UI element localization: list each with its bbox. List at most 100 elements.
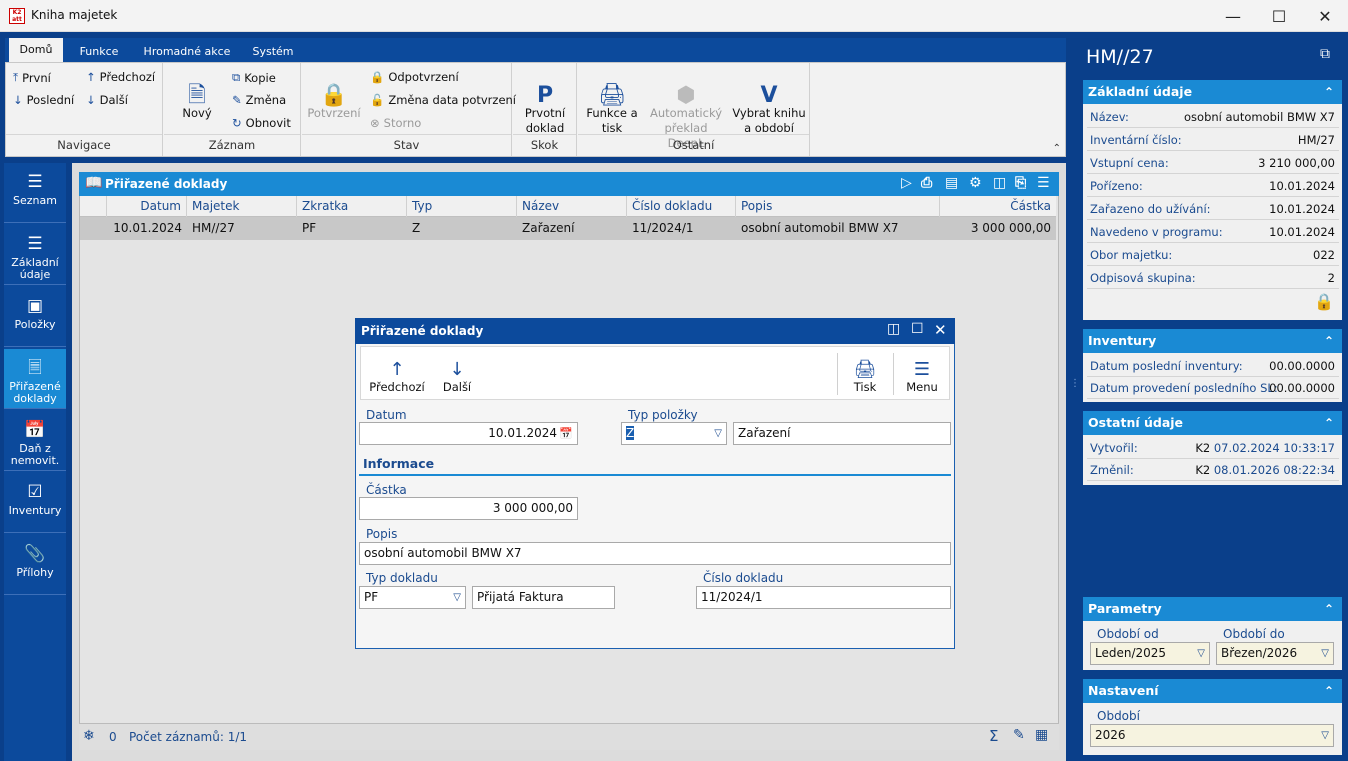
first-button[interactable]: ⤒ První xyxy=(13,70,51,85)
column-header-cislo-dokladu[interactable]: Číslo dokladu xyxy=(627,196,736,217)
section-title: Nastavení xyxy=(1088,683,1159,698)
dialog-print-button[interactable]: 🖨 Tisk xyxy=(843,351,887,395)
dialog-previous-button[interactable]: ↑ Předchozí xyxy=(367,351,427,395)
chevron-down-icon[interactable]: ▽ xyxy=(714,423,722,444)
last-button[interactable]: ↓ Poslední xyxy=(13,93,74,107)
cell-zkratka: PF xyxy=(302,221,317,235)
unconfirm-button[interactable]: 🔒 Odpotvrzení xyxy=(370,70,459,84)
chevron-down-icon[interactable]: ▽ xyxy=(1321,725,1329,746)
chart-icon[interactable]: ▤ xyxy=(945,175,958,191)
minimize-button[interactable]: — xyxy=(1210,0,1256,32)
nav-polozky[interactable]: ▣ Položky xyxy=(4,287,66,347)
table-row[interactable]: 10.01.2024 HM//27 PF Z Zařazení 11/2024/… xyxy=(80,217,1056,240)
primary-document-button[interactable]: P Prvotní doklad xyxy=(517,69,573,136)
nav-seznam[interactable]: ☰ Seznam xyxy=(4,163,66,223)
nav-prirazene-doklady[interactable]: 🗏 Přiřazené doklady xyxy=(4,349,66,409)
next-button[interactable]: ↓ Další xyxy=(86,93,128,107)
column-header-nazev[interactable]: Název xyxy=(517,196,627,217)
close-icon[interactable]: ✕ xyxy=(934,321,947,339)
columns-icon[interactable]: ◫ xyxy=(993,175,1006,191)
property-value: 00.00.0000 xyxy=(1269,381,1335,395)
typ-polozky-select[interactable]: Z ▽ xyxy=(621,422,727,445)
dock-icon[interactable]: ◫ xyxy=(887,321,900,337)
popout-icon[interactable]: ⧉ xyxy=(1320,46,1330,62)
table-settings-icon[interactable]: ▦ xyxy=(1035,727,1048,743)
nav-inventury[interactable]: ☑ Inventury xyxy=(4,473,66,533)
popis-field[interactable]: osobní automobil BMW X7 xyxy=(359,542,951,565)
close-window-button[interactable]: ✕ xyxy=(1302,0,1348,32)
previous-button[interactable]: ↑ Předchozí xyxy=(86,70,155,84)
select-book-button[interactable]: V Vybrat knihu a období xyxy=(730,69,808,136)
tab-domu[interactable]: Domů xyxy=(9,38,63,62)
export-icon[interactable]: ⎘ xyxy=(1015,175,1026,191)
chevron-up-icon[interactable]: ⌃ xyxy=(1324,329,1334,353)
period-from-select[interactable]: Leden/2025 ▽ xyxy=(1090,642,1210,665)
maximize-button[interactable]: ☐ xyxy=(1256,0,1302,32)
column-header-popis[interactable]: Popis xyxy=(736,196,940,217)
maximize-icon[interactable]: ☐ xyxy=(911,321,924,337)
period-value: 2026 xyxy=(1095,728,1126,742)
snowflake-icon[interactable]: ❄ xyxy=(83,728,95,744)
new-button[interactable]: 🗎 Nový xyxy=(172,69,222,121)
play-icon[interactable]: ▷ xyxy=(901,175,912,191)
cislo-dokladu-field[interactable]: 11/2024/1 xyxy=(696,586,951,609)
section-header[interactable]: Parametry ⌃ xyxy=(1083,597,1342,621)
dialog-menu-button[interactable]: ☰ Menu xyxy=(899,351,945,395)
edit-icon[interactable]: ✎ xyxy=(1013,727,1025,743)
gears-icon[interactable]: ⚙ xyxy=(969,175,982,191)
section-header[interactable]: Základní údaje ⌃ xyxy=(1083,80,1342,104)
splitter-handle[interactable]: ⋮ xyxy=(1070,379,1080,404)
storno-button[interactable]: ⊗ Storno xyxy=(370,116,421,130)
section-header[interactable]: Ostatní údaje ⌃ xyxy=(1083,411,1342,435)
sum-icon[interactable]: Σ xyxy=(989,727,998,745)
dialog-header: Přiřazené doklady ◫ ☐ ✕ xyxy=(355,318,955,344)
menu-icon[interactable]: ☰ xyxy=(1037,175,1050,191)
cislo-dokladu-label: Číslo dokladu xyxy=(703,571,784,585)
tab-system[interactable]: Systém xyxy=(245,42,301,62)
calendar-icon[interactable]: 📅 xyxy=(559,423,573,444)
chevron-up-icon[interactable]: ⌃ xyxy=(1324,80,1334,104)
column-header-castka[interactable]: Částka xyxy=(940,196,1056,217)
column-header-datum[interactable]: Datum xyxy=(107,196,187,217)
chevron-up-icon[interactable]: ⌃ xyxy=(1324,411,1334,435)
document-icon: 🗎 xyxy=(188,83,206,108)
section-header[interactable]: Inventury ⌃ xyxy=(1083,329,1342,353)
typ-dokladu-select[interactable]: PF ▽ xyxy=(359,586,466,609)
chevron-up-icon[interactable]: ⌃ xyxy=(1324,597,1334,621)
section-header[interactable]: Nastavení ⌃ xyxy=(1083,679,1342,703)
edit-button[interactable]: ✎ Změna xyxy=(232,93,286,107)
toolbar-divider xyxy=(837,353,838,395)
created-date[interactable]: 07.02.2024 10:33:17 xyxy=(1214,441,1335,455)
column-header-zkratka[interactable]: Zkratka xyxy=(297,196,407,217)
chevron-down-icon[interactable]: ▽ xyxy=(1321,643,1329,664)
functions-print-button[interactable]: 🖨 Funkce a tisk xyxy=(582,69,642,136)
nav-prilohy[interactable]: 📎 Přílohy xyxy=(4,535,66,595)
tab-funkce[interactable]: Funkce xyxy=(71,42,127,62)
period-select[interactable]: 2026 ▽ xyxy=(1090,724,1334,747)
chevron-up-icon[interactable]: ⌃ xyxy=(1324,679,1334,703)
dialog-next-button[interactable]: ↓ Další xyxy=(435,351,479,395)
nav-dan-z-nemovit[interactable]: 📅 Daň z nemovit. xyxy=(4,411,66,471)
period-to-select[interactable]: Březen/2026 ▽ xyxy=(1216,642,1334,665)
column-header-typ[interactable]: Typ xyxy=(407,196,517,217)
refresh-button[interactable]: ↻ Obnovit xyxy=(232,116,291,130)
nav-zakladni-udaje[interactable]: ☰ Základní údaje xyxy=(4,225,66,285)
datum-field[interactable]: 10.01.2024 📅 xyxy=(359,422,578,445)
property-row: Inventární číslo: HM/27 xyxy=(1087,129,1339,151)
arrow-down-icon: ↓ xyxy=(13,93,23,107)
printer-icon[interactable]: ⎙ xyxy=(921,175,932,191)
section-inventury: Inventury ⌃ Datum poslední inventury: 00.0… xyxy=(1083,329,1342,402)
chevron-down-icon[interactable]: ▽ xyxy=(1197,643,1205,664)
chevron-down-icon[interactable]: ▽ xyxy=(453,587,461,608)
section-title: Parametry xyxy=(1088,601,1162,616)
collapse-ribbon-icon[interactable]: ⌃ xyxy=(1053,143,1061,154)
modified-date[interactable]: 08.01.2026 08:22:34 xyxy=(1214,463,1335,477)
copy-button[interactable]: ⧉ Kopie xyxy=(232,70,276,85)
side-nav: ☰ Seznam ☰ Základní údaje ▣ Položky 🗏 Přiřaze… xyxy=(4,163,66,761)
column-header-majetek[interactable]: Majetek xyxy=(187,196,297,217)
tab-hromadne-akce[interactable]: Hromadné akce xyxy=(137,42,237,62)
confirm-button[interactable]: 🔒 Potvrzení xyxy=(306,69,362,121)
change-confirm-date-button[interactable]: 🔓 Změna data potvrzení xyxy=(370,93,516,107)
castka-field[interactable]: 3 000 000,00 xyxy=(359,497,578,520)
period-to-value: Březen/2026 xyxy=(1221,646,1298,660)
